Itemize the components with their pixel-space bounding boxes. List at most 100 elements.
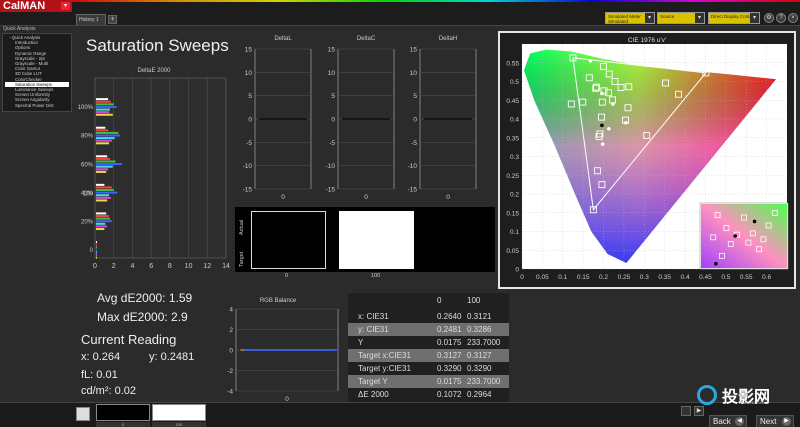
deltae-ytick: 60% [81, 162, 94, 168]
ytick-label: 0 [331, 117, 335, 124]
table-row: Y 0.0175 233.7000 [348, 336, 509, 349]
measured-point [624, 120, 628, 125]
deltae-xtick: 14 [222, 263, 230, 270]
cie-xtick: 0.3 [640, 274, 649, 281]
inset-measured-point [733, 234, 737, 238]
stop-icon[interactable] [681, 406, 691, 416]
swatch-0[interactable] [251, 211, 326, 269]
table-row: ΔE 2000 0.1072 0.2964 [348, 388, 509, 401]
table-cell: Target Y [358, 377, 388, 386]
deltae-ytick: 80% [81, 134, 94, 140]
table-cell: 233.7000 [467, 377, 501, 386]
table-row: Target x:CIE31 0.3127 0.3127 [348, 349, 509, 362]
tab-history[interactable]: History 1 [76, 14, 106, 25]
current-x: x: 0.264 [81, 351, 121, 363]
deltae-bar [96, 168, 109, 171]
deltae-ytick: 0 [90, 248, 94, 254]
deltae-chart: 0 2 4 6 8 10 12 14020%40%60%80%100%100 [78, 77, 230, 270]
table-cell: 0.3290 [467, 364, 492, 373]
table-header: 0 100 [348, 294, 509, 307]
meter-dropdown[interactable]: Simulated Meter Simulated ▾ [605, 12, 655, 24]
table-cell: 0.3290 [437, 364, 462, 373]
deltae-bar [96, 160, 116, 163]
cie-diagram: CIE 1976 u'v' 0 0.05 0.1 0.15 0.2 0.25 0.3 0.35 0… [506, 37, 789, 281]
delta-bar [244, 349, 338, 351]
deltae-bar [96, 155, 108, 158]
current-fl: fL: 0.01 [81, 369, 118, 381]
current-reading-heading: Current Reading [81, 332, 177, 347]
chevron-down-icon: ▾ [750, 13, 759, 23]
actual-label: Actual [239, 219, 245, 235]
bottom-swatch-100-label: 100 [152, 422, 206, 427]
deltae-bar [96, 246, 97, 249]
current-y: y: 0.2481 [149, 351, 195, 363]
swatch-100[interactable] [339, 211, 414, 269]
deltae-xtick: 12 [203, 263, 211, 270]
deltah-chart: 15 10 5 0 -5 -10 -15 0 [408, 47, 477, 201]
close-icon[interactable]: × [788, 13, 798, 23]
cie-ytick: 0.05 [506, 248, 519, 255]
bottom-swatch-0-label: 0 [96, 422, 150, 427]
bottom-swatch-0[interactable] [96, 404, 150, 421]
ytick-label: 15 [328, 47, 336, 54]
sidebar-item-spectral-power-dist[interactable]: Spectral Power Dist [5, 103, 69, 108]
ytick-label: 0 [248, 117, 252, 124]
ytick-label: -5 [411, 140, 417, 147]
source-dropdown[interactable]: Source ▾ [657, 12, 705, 24]
table-header-cell: 100 [467, 296, 481, 305]
ytick-label: -15 [326, 187, 336, 194]
deltae-bar [96, 105, 117, 108]
ytick-label: 0 [229, 348, 233, 355]
cie-xtick: 0.15 [577, 274, 590, 281]
ytick-label: 5 [248, 93, 252, 100]
next-button[interactable]: Next ▶ [756, 415, 794, 427]
deltae-bar [96, 142, 110, 145]
deltal-title: DeltaL [274, 36, 292, 42]
deltae-bar [96, 131, 119, 134]
deltac-chart: 15 10 5 0 -5 -10 -15 0 [326, 47, 395, 201]
display-control-dropdown[interactable]: Direct Display Control ▾ [708, 12, 760, 24]
workflow-sidebar: Quick Analysis - Quick Analysis Introduct… [0, 26, 74, 112]
table-cell: 0.2964 [467, 390, 492, 399]
help-icon[interactable]: ? [776, 13, 786, 23]
bottom-swatch-100[interactable] [152, 404, 206, 421]
deltae-bar [96, 196, 111, 199]
settings-icon[interactable]: ⚙ [764, 13, 774, 23]
deltae-bar [96, 228, 105, 231]
watermark-logo-icon [697, 385, 717, 405]
deltae-xtick: 2 [112, 263, 116, 270]
table-cell: Target x:CIE31 [358, 351, 411, 360]
deltae-bar [96, 256, 97, 259]
page-title: Saturation Sweeps [86, 36, 229, 55]
swatch-comparison: Actual Target 0 100 [235, 207, 495, 279]
swatch-100-label: 100 [371, 273, 381, 279]
ytick-label: -5 [246, 140, 252, 147]
cie-ytick: 0.3 [510, 154, 519, 161]
ytick-label: -15 [408, 187, 418, 194]
play-icon[interactable]: ▶ [694, 406, 704, 416]
current-cd: cd/m²: 0.02 [81, 385, 137, 397]
deltae-bar [96, 100, 111, 103]
back-button[interactable]: Back ◀ [709, 415, 747, 427]
app-menu-chevron-icon[interactable]: ▾ [61, 2, 70, 10]
table-row: x: CIE31 0.2640 0.3121 [348, 310, 509, 323]
deltae-chart-title: DeltaE 2000 [137, 68, 171, 74]
deltae-ytick-extra: 100 [83, 192, 94, 198]
deltae-bar [96, 139, 112, 142]
table-cell: ΔE 2000 [358, 390, 389, 399]
inset-measured-point [752, 219, 757, 224]
watermark: 投影网 TOUYING.COM [694, 383, 798, 406]
chevron-down-icon: ▾ [695, 13, 704, 23]
measured-point [600, 123, 604, 128]
cie-ytick: 0.15 [506, 210, 519, 217]
add-tab-button[interactable]: + [108, 15, 117, 24]
ytick-label: -4 [227, 389, 233, 396]
table-cell: 0.3127 [437, 351, 462, 360]
deltae-bar [96, 212, 107, 215]
cie-title: CIE 1976 u'v' [628, 37, 666, 44]
deltae-bar [96, 225, 108, 228]
table-cell: Y [358, 338, 364, 347]
deltal-chart: 15 10 5 0 -5 -10 -15 0 [243, 47, 312, 201]
swatch-toggle[interactable] [76, 407, 90, 421]
rgb-balance-chart: 420-2-40 [227, 307, 339, 402]
